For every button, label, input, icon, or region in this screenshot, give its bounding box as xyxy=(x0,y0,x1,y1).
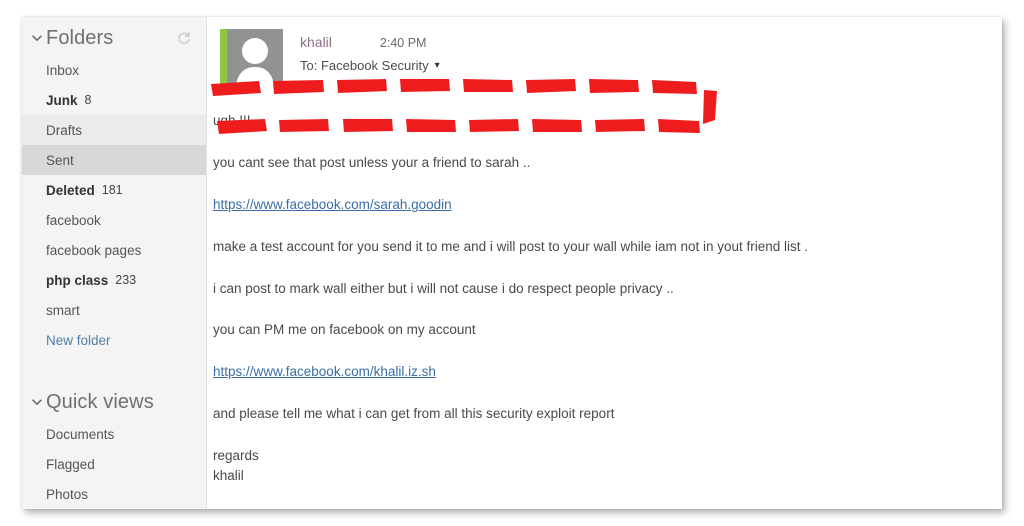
sidebar-item-photos[interactable]: Photos xyxy=(22,479,206,509)
sender-line: khalil 2:40 PM xyxy=(300,34,440,53)
message-pane: khalil 2:40 PM To: Facebook Security ▾ u… xyxy=(207,17,1002,509)
quickview-label: Photos xyxy=(46,486,89,502)
folder-count: 233 xyxy=(115,273,137,287)
quickviews-section-header[interactable]: Quick views xyxy=(22,381,206,419)
body-line: and please tell me what i can get from a… xyxy=(213,406,615,421)
folder-label: Deleted xyxy=(46,182,95,198)
chevron-down-icon xyxy=(30,395,44,409)
quickview-label: Documents xyxy=(46,426,115,442)
sender-name[interactable]: khalil xyxy=(300,34,332,50)
quickviews-section-title: Quick views xyxy=(46,391,154,413)
person-avatar-icon xyxy=(227,29,283,92)
facebook-khalil-link[interactable]: https://www.facebook.com/khalil.iz.sh xyxy=(213,364,436,379)
avatar-accent-bar xyxy=(220,29,227,92)
body-line: you cant see that post unless your a fri… xyxy=(213,155,531,170)
body-line: make a test account for you send it to m… xyxy=(213,239,809,254)
folder-label: Junk xyxy=(46,92,78,108)
folder-label: Inbox xyxy=(46,62,80,78)
folder-label: facebook xyxy=(46,212,101,228)
sidebar-item-smart[interactable]: smart xyxy=(22,295,206,325)
folder-label: smart xyxy=(46,302,80,318)
sidebar-item-documents[interactable]: Documents xyxy=(22,419,206,449)
sidebar-item-sent[interactable]: Sent xyxy=(22,145,206,175)
recipient-label: To: Facebook Security xyxy=(300,58,429,73)
mail-client-window: Folders Inbox Junk 8 Drafts Sent Deleted… xyxy=(22,17,1002,509)
message-meta: khalil 2:40 PM To: Facebook Security ▾ xyxy=(283,29,440,92)
folder-label: php class xyxy=(46,272,109,288)
sidebar: Folders Inbox Junk 8 Drafts Sent Deleted… xyxy=(22,17,207,509)
sidebar-item-facebook-pages[interactable]: facebook pages xyxy=(22,235,206,265)
message-body: ugh !!! you cant see that post unless yo… xyxy=(207,79,1002,484)
body-line: ugh !!! xyxy=(213,113,251,128)
body-link-line: https://www.facebook.com/khalil.iz.sh xyxy=(213,363,980,380)
chevron-down-icon[interactable]: ▾ xyxy=(435,60,440,71)
body-link-line: https://www.facebook.com/sarah.goodin xyxy=(213,196,980,213)
sidebar-item-junk[interactable]: Junk 8 xyxy=(22,85,206,115)
facebook-sarah-link[interactable]: https://www.facebook.com/sarah.goodin xyxy=(213,197,452,212)
sidebar-item-inbox[interactable]: Inbox xyxy=(22,55,206,85)
quickviews-list: Documents Flagged Photos xyxy=(22,419,206,509)
highlighted-body-line: i can post to mark wall either but i wil… xyxy=(211,79,980,297)
folder-label: New folder xyxy=(46,332,111,348)
chevron-down-icon xyxy=(30,31,44,45)
sidebar-item-deleted[interactable]: Deleted 181 xyxy=(22,175,206,205)
avatar xyxy=(220,29,283,92)
signature-line: khalil xyxy=(213,468,244,483)
message-header: khalil 2:40 PM To: Facebook Security ▾ xyxy=(207,17,1002,92)
sidebar-item-drafts[interactable]: Drafts xyxy=(22,115,206,145)
sidebar-item-facebook[interactable]: facebook xyxy=(22,205,206,235)
folder-count: 8 xyxy=(84,93,92,107)
folder-label: Drafts xyxy=(46,122,83,138)
refresh-icon[interactable] xyxy=(176,30,192,46)
signature-line: regards xyxy=(213,448,259,463)
message-timestamp: 2:40 PM xyxy=(379,36,427,50)
folder-count: 181 xyxy=(101,183,123,197)
quickview-label: Flagged xyxy=(46,456,95,472)
folder-label: facebook pages xyxy=(46,242,142,258)
new-folder-button[interactable]: New folder xyxy=(22,325,206,355)
body-line: you can PM me on facebook on my account xyxy=(213,322,476,337)
folders-section-title: Folders xyxy=(46,27,114,49)
sidebar-item-php-class[interactable]: php class 233 xyxy=(22,265,206,295)
folders-section-header[interactable]: Folders xyxy=(22,17,206,55)
folder-label: Sent xyxy=(46,152,74,168)
recipient-line: To: Facebook Security ▾ xyxy=(300,58,440,73)
highlighted-text: i can post to mark wall either but i wil… xyxy=(213,281,674,296)
sidebar-item-flagged[interactable]: Flagged xyxy=(22,449,206,479)
folder-list: Inbox Junk 8 Drafts Sent Deleted 181 fac… xyxy=(22,55,206,355)
